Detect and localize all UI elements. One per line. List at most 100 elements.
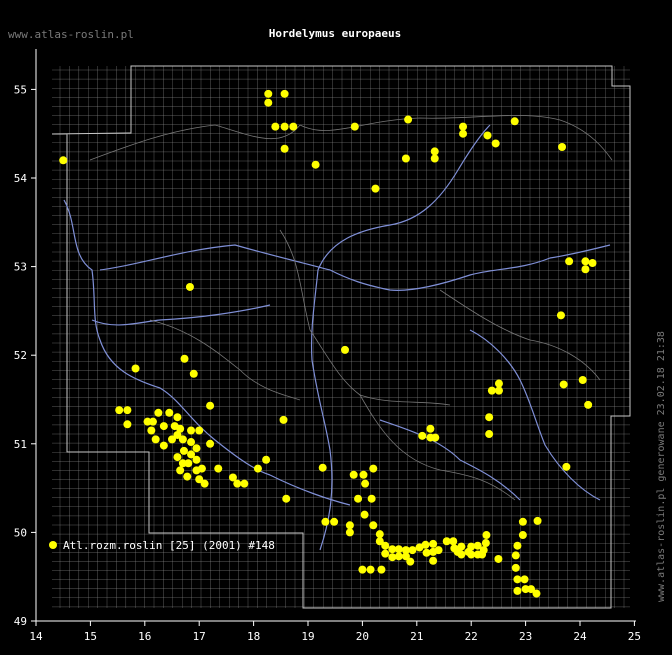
occurrence-point <box>513 541 522 550</box>
occurrence-point <box>562 462 571 471</box>
occurrence-point <box>375 530 384 539</box>
occurrence-point <box>183 472 192 481</box>
x-tick-label: 21 <box>410 630 423 643</box>
occurrence-point <box>200 479 209 488</box>
occurrence-point <box>192 455 201 464</box>
occurrence-point <box>401 154 410 163</box>
occurrence-point <box>282 494 291 503</box>
occurrence-point <box>233 479 242 488</box>
x-tick-label: 23 <box>519 630 532 643</box>
occurrence-point <box>115 406 124 415</box>
occurrence-point <box>280 122 289 131</box>
occurrence-point <box>189 369 198 378</box>
occurrence-point <box>457 550 466 559</box>
occurrence-point <box>588 259 597 268</box>
occurrence-point <box>253 464 262 473</box>
occurrence-point <box>345 528 354 537</box>
occurrence-point <box>197 464 206 473</box>
occurrence-point <box>279 415 288 424</box>
occurrence-point <box>148 417 157 426</box>
occurrence-point <box>340 345 349 354</box>
occurrence-point <box>459 129 468 138</box>
occurrence-point <box>429 539 438 548</box>
occurrence-point <box>418 431 427 440</box>
occurrence-point <box>151 435 160 444</box>
occurrence-point <box>421 540 430 549</box>
occurrence-point <box>367 494 376 503</box>
occurrence-point <box>240 479 249 488</box>
occurrence-point <box>359 470 368 479</box>
occurrence-point <box>578 376 587 385</box>
occurrence-point <box>431 433 440 442</box>
occurrence-point <box>381 541 390 550</box>
occurrence-point <box>264 89 273 98</box>
x-tick-label: 18 <box>247 630 260 643</box>
site-link[interactable]: www.atlas-roslin.pl <box>8 28 134 41</box>
map-canvas: 14 15 16 17 18 19 20 21 22 23 24 25 49 50 51 52 53 54 55 H… <box>0 0 672 655</box>
occurrence-point <box>206 439 215 448</box>
occurrence-point <box>494 554 503 563</box>
occurrence-point <box>481 539 490 548</box>
occurrence-point <box>173 413 182 422</box>
occurrence-point <box>262 455 271 464</box>
occurrence-point <box>159 422 168 431</box>
occurrence-point <box>371 184 380 193</box>
occurrence-point <box>131 364 140 373</box>
occurrence-point <box>510 117 519 126</box>
x-tick-label: 15 <box>84 630 97 643</box>
occurrence-point <box>179 446 188 455</box>
occurrence-point <box>483 131 492 140</box>
occurrence-point <box>485 413 494 422</box>
occurrence-point <box>360 510 369 519</box>
legend-marker <box>49 541 57 549</box>
occurrence-point <box>369 464 378 473</box>
occurrence-point <box>176 466 185 475</box>
y-tick-label: 51 <box>14 438 27 451</box>
x-tick-label: 17 <box>193 630 206 643</box>
occurrence-point <box>494 386 503 395</box>
occurrence-point <box>345 521 354 530</box>
occurrence-point <box>485 430 494 439</box>
occurrence-point <box>123 406 132 415</box>
occurrence-point <box>520 575 529 584</box>
occurrence-point <box>311 160 320 169</box>
occurrence-point <box>195 426 204 435</box>
occurrence-point <box>511 551 520 560</box>
generated-stamp: www.atlas-roslin.pl generowane 23.02.18 … <box>656 331 667 602</box>
x-tick-label: 14 <box>29 630 43 643</box>
occurrence-point <box>429 556 438 565</box>
x-tick-label: 20 <box>356 630 369 643</box>
occurrence-point <box>289 122 298 131</box>
occurrence-point <box>184 459 193 468</box>
background <box>0 0 672 651</box>
occurrence-point <box>565 257 574 266</box>
occurrence-point <box>533 516 542 525</box>
occurrence-point <box>406 557 415 566</box>
page-title: Hordelymus europaeus <box>269 27 401 40</box>
occurrence-point <box>206 401 215 410</box>
occurrence-point <box>280 89 289 98</box>
occurrence-point <box>271 122 280 131</box>
occurrence-point <box>478 550 487 559</box>
occurrence-point <box>330 517 339 526</box>
occurrence-point <box>59 156 68 165</box>
occurrence-point <box>408 546 417 555</box>
occurrence-point <box>518 531 527 540</box>
occurrence-point <box>173 453 182 462</box>
x-tick-label: 25 <box>628 630 641 643</box>
occurrence-point <box>487 386 496 395</box>
occurrence-point <box>581 257 590 266</box>
occurrence-point <box>581 265 590 274</box>
x-tick-label: 24 <box>573 630 587 643</box>
y-tick-label: 53 <box>14 261 27 274</box>
occurrence-point <box>180 354 189 363</box>
occurrence-point <box>178 435 187 444</box>
occurrence-point <box>434 546 443 555</box>
occurrence-point <box>559 380 568 389</box>
occurrence-point <box>147 426 156 435</box>
y-tick-label: 54 <box>14 172 28 185</box>
occurrence-point <box>159 441 168 450</box>
occurrence-point <box>154 408 163 417</box>
occurrence-point <box>187 426 196 435</box>
occurrence-point <box>513 575 522 584</box>
